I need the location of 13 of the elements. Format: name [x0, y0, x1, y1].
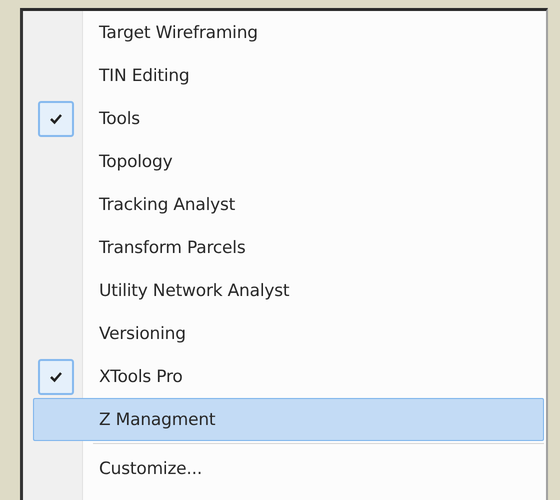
menu-item[interactable]: Topology	[33, 140, 544, 183]
menu-item[interactable]: Target Wireframing	[33, 11, 544, 54]
menu-item[interactable]: Tools	[33, 97, 544, 140]
menu-item[interactable]: Versioning	[33, 312, 544, 355]
menu-item[interactable]: Customize...	[33, 447, 544, 490]
menu-item[interactable]: Z Managment	[33, 398, 544, 441]
menu-item[interactable]: Tracking Analyst	[33, 183, 544, 226]
checkmark-icon	[38, 358, 74, 394]
menu-item[interactable]: TIN Editing	[33, 54, 544, 97]
checkmark-icon	[38, 100, 74, 136]
menu-item[interactable]: XTools Pro	[33, 355, 544, 398]
menu-item[interactable]: Transform Parcels	[33, 226, 544, 269]
menu-item[interactable]: Utility Network Analyst	[33, 269, 544, 312]
